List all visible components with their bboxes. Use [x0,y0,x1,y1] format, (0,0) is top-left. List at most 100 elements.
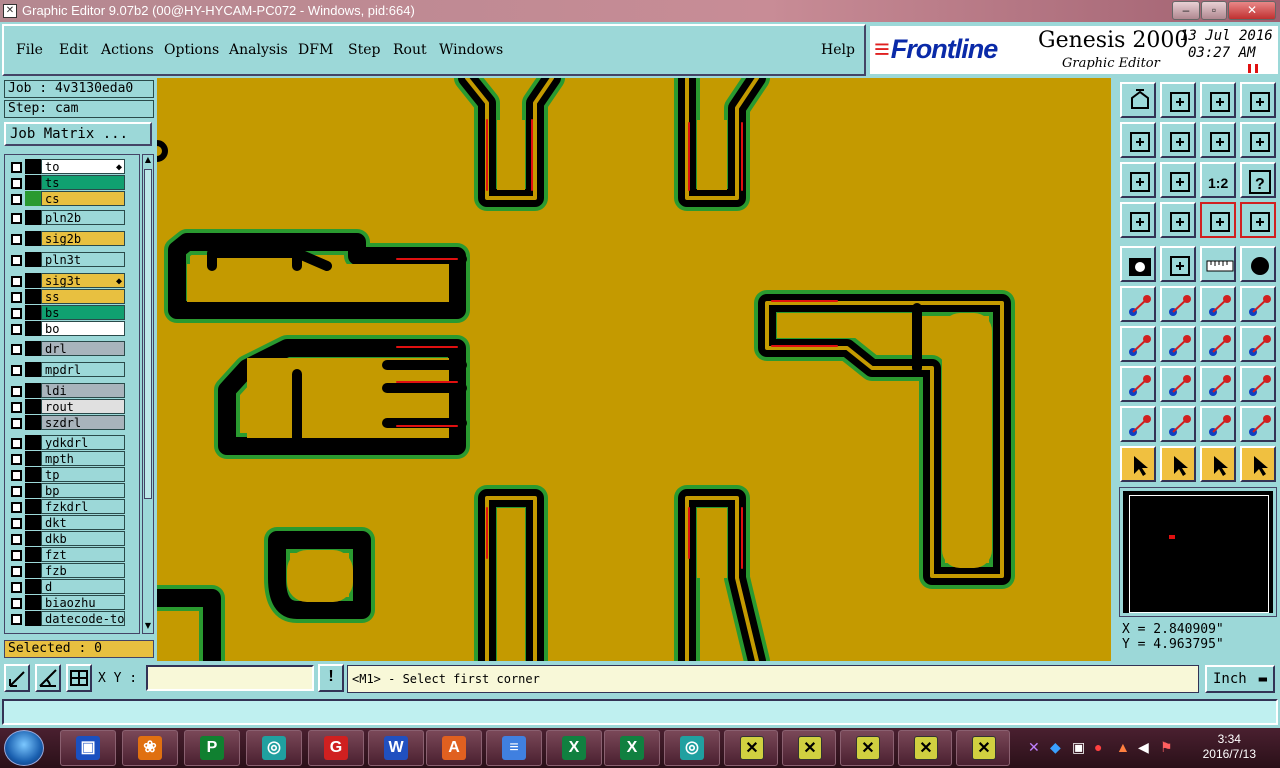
menu-dfm[interactable]: DFM [298,42,333,58]
layer-checkbox[interactable] [11,438,22,449]
overview-preview[interactable] [1119,487,1277,617]
layer-affected-marker[interactable] [25,467,41,482]
layer-checkbox[interactable] [11,486,22,497]
scrollbar-thumb[interactable] [144,169,152,499]
menu-analysis[interactable]: Analysis [229,42,288,58]
taskbar-app-1[interactable]: ❀ [122,730,178,766]
layer-affected-marker[interactable] [25,547,41,562]
taskbar-app-11[interactable]: ✕ [724,730,778,766]
units-dropdown[interactable]: Inch ▬ [1205,665,1275,693]
taskbar-app-13[interactable]: ✕ [840,730,894,766]
layer-affected-marker[interactable] [25,499,41,514]
taskbar-app-6[interactable]: A [426,730,482,766]
layer-name[interactable]: bo [41,321,125,336]
grid-mode-button[interactable] [66,664,92,692]
layer-row-rout[interactable]: rout [5,399,141,414]
layer-affected-marker[interactable] [25,579,41,594]
layer-affected-marker[interactable] [25,531,41,546]
layer-checkbox[interactable] [11,534,22,545]
layer-row-datecode-to[interactable]: datecode-to [5,611,141,626]
pause-icon[interactable] [1248,64,1258,73]
tool-button-connect-nodes[interactable] [1120,286,1156,322]
tray-arrow-icon[interactable]: ▲ [1116,739,1130,755]
tool-button-pointer-region[interactable] [1200,446,1236,482]
layer-checkbox[interactable] [11,386,22,397]
menu-step[interactable]: Step [348,42,380,58]
layer-row-sig2b[interactable]: sig2b [5,231,141,246]
layer-name[interactable]: mpdrl [41,362,125,377]
layer-affected-marker[interactable] [25,435,41,450]
tool-button-help[interactable]: ? [1240,162,1276,198]
tool-button-arc[interactable] [1200,326,1236,362]
layer-name[interactable]: to ◆ [41,159,125,174]
layer-row-fzkdrl[interactable]: fzkdrl [5,499,141,514]
tool-button-net-highlight[interactable] [1240,202,1276,238]
layer-checkbox[interactable] [11,324,22,335]
layer-checkbox[interactable] [11,292,22,303]
tool-button-poly-c[interactable] [1200,406,1236,442]
layer-checkbox[interactable] [11,614,22,625]
layer-checkbox[interactable] [11,550,22,561]
menu-file[interactable]: File [16,42,43,58]
tool-button-page[interactable] [1240,82,1276,118]
layer-affected-marker[interactable] [25,231,41,246]
layer-name[interactable]: szdrl [41,415,125,430]
layer-name[interactable]: tp [41,467,125,482]
layer-affected-marker[interactable] [25,515,41,530]
tool-button-move-node[interactable] [1200,286,1236,322]
layer-name[interactable]: drl [41,341,125,356]
volume-icon[interactable]: ◀ [1138,739,1149,756]
layer-row-ydkdrl[interactable]: ydkdrl [5,435,141,450]
layer-affected-marker[interactable] [25,595,41,610]
taskbar-app-12[interactable]: ✕ [782,730,836,766]
tool-button-redo[interactable] [1240,122,1276,158]
layer-checkbox[interactable] [11,344,22,355]
layer-name[interactable]: dkb [41,531,125,546]
alert-button[interactable]: ! [318,664,344,692]
menu-actions[interactable]: Actions [101,42,154,58]
menu-windows[interactable]: Windows [439,42,503,58]
start-button[interactable] [4,730,44,766]
tool-button-scale-1-2[interactable]: 1:2 [1200,162,1236,198]
minimize-button[interactable]: – [1172,1,1200,20]
layer-row-sig3t[interactable]: sig3t ◆ [5,273,141,288]
layer-name[interactable]: sig3t ◆ [41,273,125,288]
taskbar-app-9[interactable]: X [604,730,660,766]
tool-button-poly-a[interactable] [1120,406,1156,442]
tool-button-link-node[interactable] [1240,286,1276,322]
layer-row-pln2b[interactable]: pln2b [5,210,141,225]
layer-row-szdrl[interactable]: szdrl [5,415,141,430]
layer-affected-marker[interactable] [25,252,41,267]
layer-checkbox[interactable] [11,418,22,429]
menu-options[interactable]: Options [164,42,219,58]
tool-button-zoom-in-window[interactable] [1160,82,1196,118]
menu-edit[interactable]: Edit [59,42,88,58]
layer-name[interactable]: cs [41,191,125,206]
layer-row-mpth[interactable]: mpth [5,451,141,466]
layer-affected-marker[interactable] [25,611,41,626]
layer-row-biaozhu[interactable]: biaozhu [5,595,141,610]
layer-checkbox[interactable] [11,502,22,513]
layer-checkbox[interactable] [11,178,22,189]
layer-name[interactable]: d [41,579,125,594]
layer-name[interactable]: ss [41,289,125,304]
tool-button-zoom-center[interactable] [1160,162,1196,198]
layer-checkbox[interactable] [11,582,22,593]
tool-button-pan-right[interactable] [1160,122,1196,158]
tool-button-zoom-home[interactable] [1120,82,1156,118]
tool-button-home[interactable] [1200,82,1236,118]
taskbar-clock[interactable]: 3:34 2016/7/13 [1203,732,1256,762]
layer-affected-marker[interactable] [25,273,41,288]
menu-help[interactable]: Help [821,42,855,58]
layer-row-d[interactable]: d [5,579,141,594]
angle-mode-button[interactable] [35,664,61,692]
pcb-view[interactable] [157,78,1111,661]
layer-row-bs[interactable]: bs [5,305,141,320]
tool-button-poly-b[interactable] [1160,406,1196,442]
layer-row-pln3t[interactable]: pln3t [5,252,141,267]
layer-checkbox[interactable] [11,194,22,205]
layer-affected-marker[interactable] [25,415,41,430]
layer-affected-marker[interactable] [25,289,41,304]
xy-input[interactable] [146,665,314,691]
tool-button-grid[interactable] [1160,202,1196,238]
